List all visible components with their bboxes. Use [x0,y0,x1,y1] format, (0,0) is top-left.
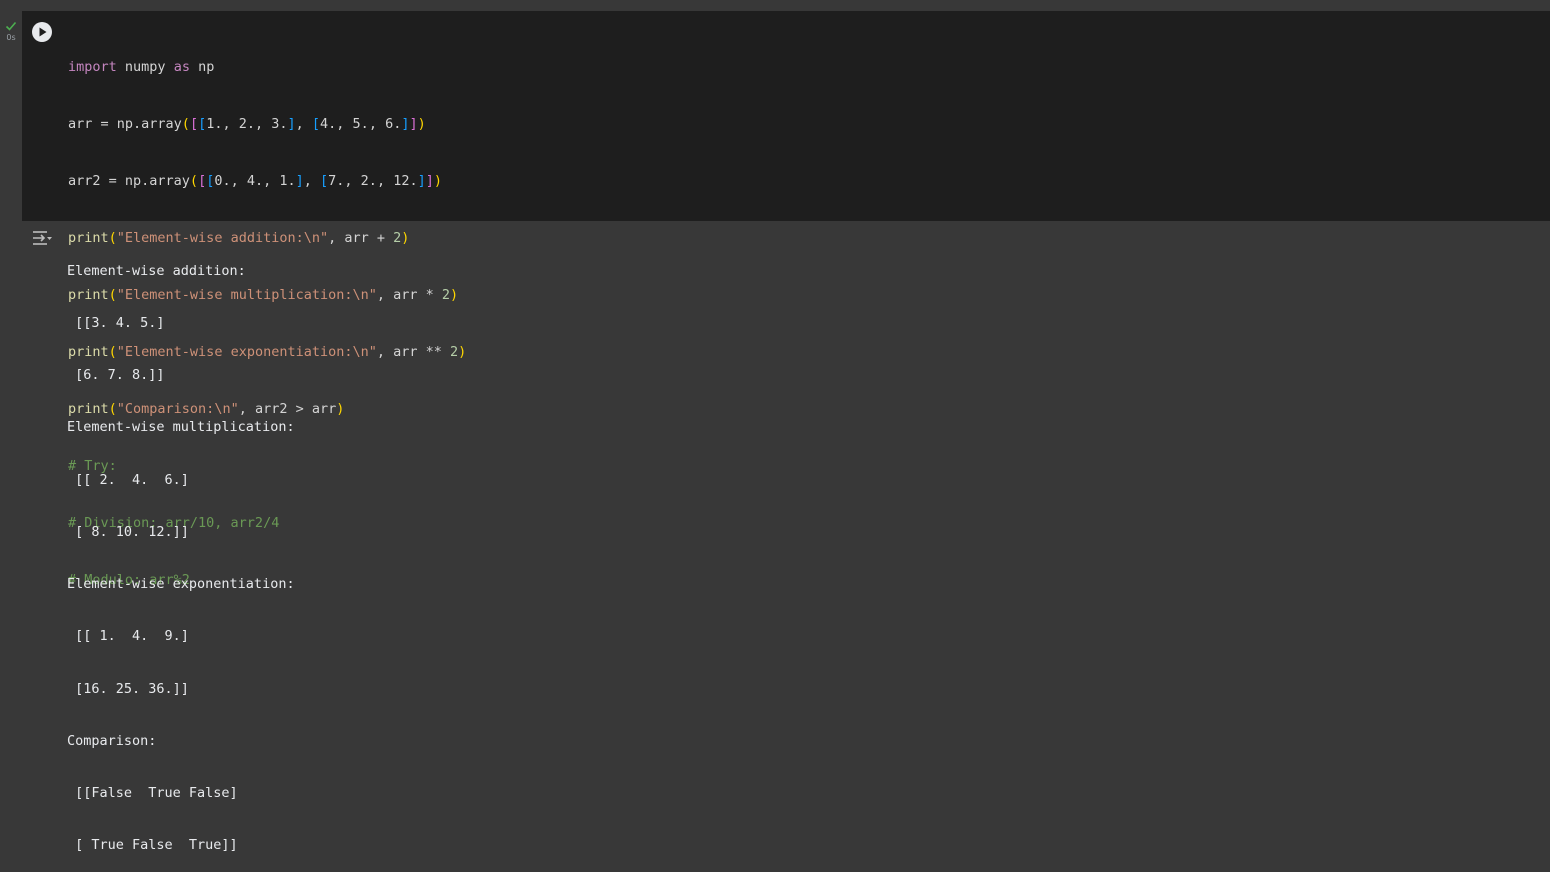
code-token: as [173,59,190,75]
code-line-1: import numpy as np [68,58,466,77]
output-line: [6. 7. 8.]] [67,367,165,384]
code-token: ) [458,344,467,360]
code-token: 2 [450,344,459,360]
code-token: ) [417,116,426,132]
code-token: , arr + [328,230,394,246]
code-token: , [303,173,321,189]
check-icon [5,17,17,31]
code-token: ) [433,173,442,189]
run-cell-button[interactable] [32,22,52,42]
code-token: , [295,116,312,132]
code-token: import [68,59,117,75]
code-token: ) [401,230,410,246]
code-token: 0., 4., 1. [214,173,296,189]
code-token: [ [311,116,321,132]
code-token: ( [181,116,190,132]
cell-gutter: 0s [0,11,22,458]
output-line: [16. 25. 36.]] [67,680,189,697]
output-line: Element-wise multiplication: [67,419,295,436]
output-line: [ 8. 10. 12.]] [67,523,189,540]
code-token: numpy [116,59,174,75]
code-token: 1., 2., 3. [206,116,288,132]
code-token: ] [425,173,434,189]
execution-time: 0s [6,33,16,42]
code-token: 2 [441,287,451,303]
code-token: [ [198,173,207,189]
code-token: ] [287,116,296,132]
output-line: Element-wise exponentiation: [67,576,295,593]
code-token: ] [409,116,418,132]
output-actions-icon[interactable] [31,229,53,247]
play-icon [39,27,47,37]
code-token: ) [450,287,459,303]
code-token: [ [320,173,329,189]
code-token: [ [198,116,207,132]
code-line-2: arr = np.array([[1., 2., 3.], [4., 5., 6… [68,115,466,134]
code-token: ] [295,173,304,189]
cell-output: Element-wise addition: [[3. 4. 5.] [6. 7… [67,228,295,872]
code-token: arr2 = np.array [68,173,190,189]
code-token: 7., 2., 12. [328,173,418,189]
output-line: [[3. 4. 5.] [67,315,165,332]
code-token: , arr * [376,287,442,303]
code-token: arr = np.array [68,116,182,132]
output-line: [[ 1. 4. 9.] [67,628,189,645]
code-token: ) [336,401,345,417]
code-token: ( [189,173,199,189]
code-token: [ [189,116,199,132]
code-token: 4., 5., 6. [320,116,402,132]
output-line: Element-wise addition: [67,262,246,279]
code-token: np [189,59,215,75]
output-line: [[False True False] [67,785,238,801]
output-line: [ True False True]] [67,837,238,854]
output-line: [[ 2. 4. 6.] [67,471,189,488]
output-line: Comparison: [67,732,157,749]
code-line-3: arr2 = np.array([[0., 4., 1.], [7., 2., … [68,172,466,191]
code-token: ] [417,173,426,189]
top-strip [0,0,1550,11]
code-token: , arr ** [376,344,451,360]
